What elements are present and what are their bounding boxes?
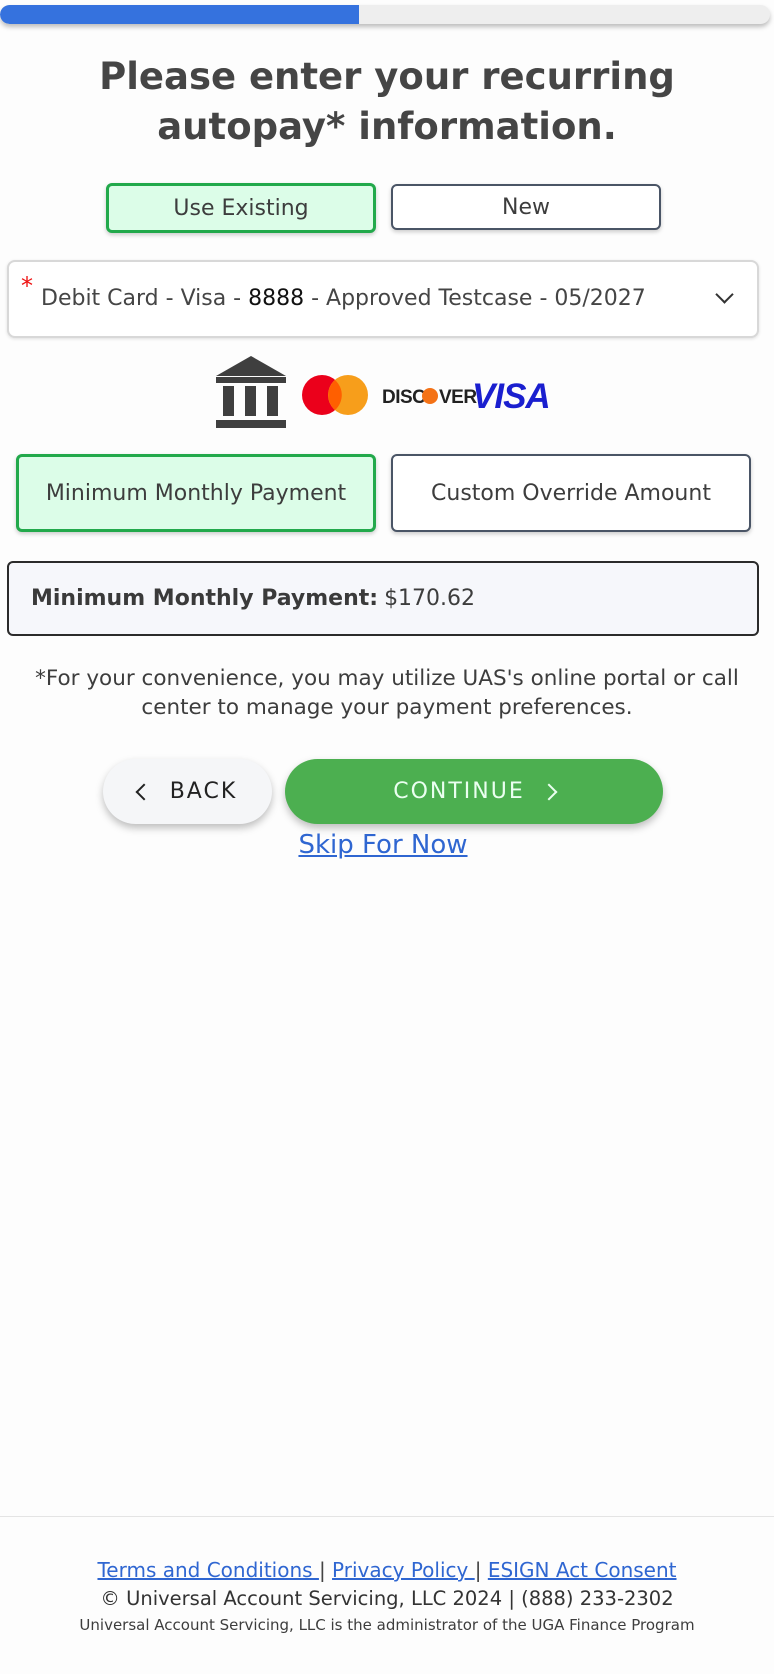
progress-bar-fill <box>0 5 359 24</box>
skip-for-now-link[interactable]: Skip For Now <box>0 830 766 860</box>
progress-bar <box>0 5 770 24</box>
page-title: Please enter your recurring autopay* inf… <box>99 55 675 148</box>
footer-admin-note: Universal Account Servicing, LLC is the … <box>79 1616 695 1634</box>
use-existing-button[interactable]: Use Existing <box>106 183 376 233</box>
summary-label: Minimum Monthly Payment: <box>31 586 379 611</box>
continue-label: CONTINUE <box>393 779 525 804</box>
footer-links: Terms and Conditions | Privacy Policy | … <box>0 1558 774 1582</box>
chevron-down-icon[interactable] <box>715 285 734 304</box>
payment-method-select[interactable]: * Debit Card - Visa - 8888 - Approved Te… <box>7 260 759 338</box>
footer-divider <box>0 1516 774 1517</box>
back-button[interactable]: BACK <box>103 759 272 824</box>
privacy-policy-link[interactable]: Privacy Policy <box>332 1558 475 1582</box>
custom-override-amount-button[interactable]: Custom Override Amount <box>391 454 751 532</box>
payment-summary: Minimum Monthly Payment: $170.62 <box>7 561 759 636</box>
footer-separator: | <box>318 1558 333 1582</box>
chevron-left-icon <box>135 783 153 800</box>
svg-text:DISC: DISC <box>382 387 426 408</box>
minimum-monthly-payment-button[interactable]: Minimum Monthly Payment <box>16 454 376 532</box>
discover-logo: DISC VER <box>382 387 478 408</box>
chevron-right-icon <box>540 783 558 800</box>
bank-icon <box>216 356 286 428</box>
visa-logo: VISA <box>472 377 550 416</box>
continue-button[interactable]: CONTINUE <box>285 759 663 824</box>
mastercard-logo <box>302 375 368 415</box>
payment-brand-logos: DISC VER VISA <box>216 356 551 428</box>
back-label: BACK <box>169 779 238 804</box>
summary-amount: $170.62 <box>384 586 476 611</box>
new-payment-method-button[interactable]: New <box>391 184 661 230</box>
convenience-note: *For your convenience, you may utilize U… <box>35 666 739 720</box>
payment-method-prefix: Debit Card - Visa - <box>41 286 249 311</box>
payment-method-value: Debit Card - Visa - 8888 - Approved Test… <box>41 286 646 311</box>
esign-consent-link[interactable]: ESIGN Act Consent <box>488 1558 677 1582</box>
required-marker: * <box>21 272 33 300</box>
footer-copyright: © Universal Account Servicing, LLC 2024 … <box>100 1587 674 1610</box>
card-last4: 8888 <box>248 286 305 311</box>
payment-method-suffix: - Approved Testcase - 05/2027 <box>304 286 646 311</box>
footer-separator: | <box>474 1558 488 1582</box>
terms-link[interactable]: Terms and Conditions <box>97 1558 318 1582</box>
